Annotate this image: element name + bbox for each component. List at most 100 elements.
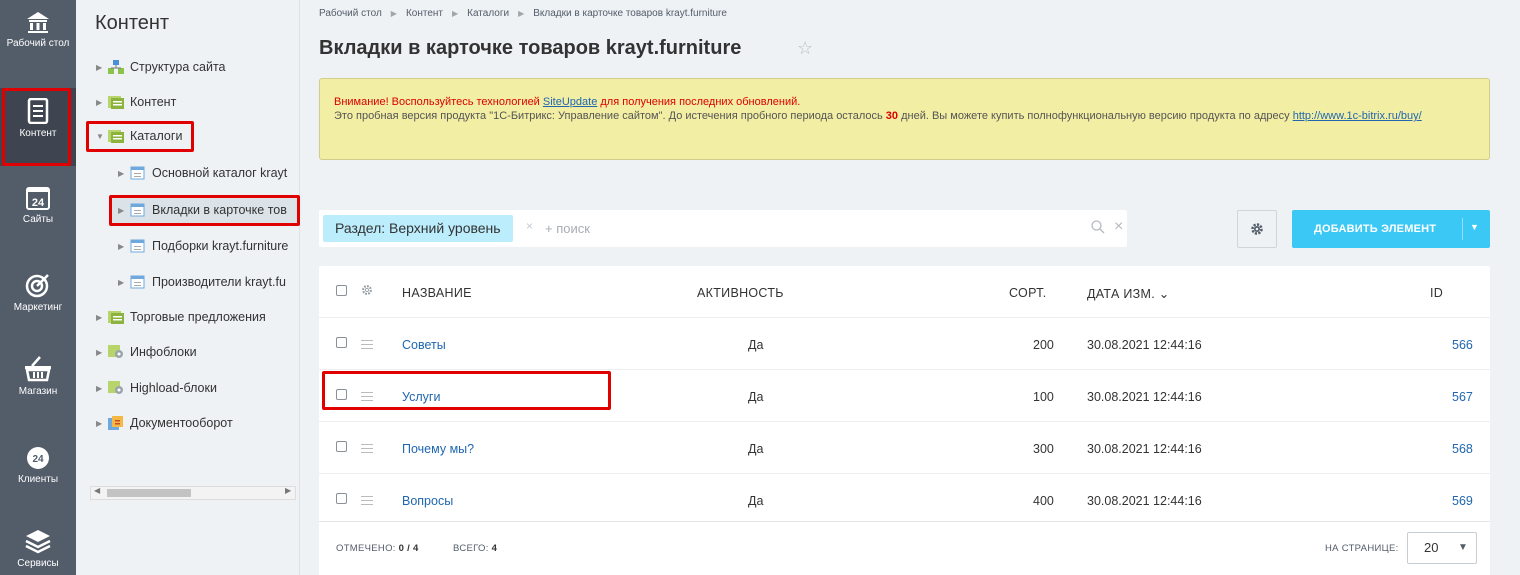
column-header-id[interactable]: ID	[1430, 286, 1443, 300]
expand-arrow-icon[interactable]: ▶	[118, 278, 130, 287]
expand-arrow-icon[interactable]: ▶	[96, 63, 108, 72]
expand-arrow-icon[interactable]: ▶	[96, 313, 108, 322]
row-id-link[interactable]: 569	[1452, 494, 1473, 508]
expand-arrow-icon[interactable]: ▶	[96, 419, 108, 428]
breadcrumb-separator-icon: ▶	[518, 9, 525, 18]
tree-item-infoblocks[interactable]: ▶ Инфоблоки	[96, 341, 197, 363]
breadcrumb-separator-icon: ▶	[390, 9, 397, 18]
drag-handle-icon[interactable]	[361, 340, 373, 352]
nav-clients[interactable]: 24 Клиенты	[0, 436, 76, 514]
expand-arrow-icon[interactable]: ▶	[118, 206, 130, 215]
per-page-select[interactable]: 20 ▼	[1407, 532, 1477, 564]
row-sort: 100	[1033, 390, 1054, 404]
column-header-sort[interactable]: СОРТ.	[1009, 286, 1046, 300]
table-row[interactable]: Почему мы? Да 300 30.08.2021 12:44:16 56…	[319, 422, 1490, 474]
row-checkbox[interactable]	[336, 389, 347, 400]
alert-trial-text: Это пробная версия продукта "1С-Битрикс:…	[334, 110, 886, 122]
row-sort: 300	[1033, 442, 1054, 456]
nav-services[interactable]: Сервисы	[0, 518, 76, 575]
column-settings-gear-icon[interactable]	[361, 284, 373, 296]
expand-arrow-icon[interactable]: ▶	[118, 169, 130, 178]
search-icon[interactable]	[1091, 220, 1105, 234]
workflow-icon	[108, 416, 123, 430]
row-id-link[interactable]: 566	[1452, 338, 1473, 352]
iblock-type-icon	[108, 96, 124, 109]
iblock-icon	[130, 203, 145, 217]
table-row[interactable]: Советы Да 200 30.08.2021 12:44:16 566	[319, 318, 1490, 370]
nav-shop[interactable]: Магазин	[0, 346, 76, 424]
nav-marketing[interactable]: Маркетинг	[0, 262, 76, 340]
filter-search-bar[interactable]: Раздел: Верхний уровень × + поиск ×	[319, 210, 1127, 247]
tree-item-main-catalog[interactable]: ▶ Основной каталог krayt	[118, 162, 287, 184]
clear-filter-icon[interactable]: ×	[1114, 218, 1123, 236]
table-row[interactable]: Вопросы Да 400 30.08.2021 12:44:16 569	[319, 474, 1490, 526]
drag-handle-icon[interactable]	[361, 496, 373, 508]
breadcrumb-item[interactable]: Контент	[406, 8, 443, 19]
row-checkbox[interactable]	[336, 337, 347, 348]
search-input[interactable]: + поиск	[545, 221, 590, 236]
breadcrumb-item[interactable]: Рабочий стол	[319, 8, 382, 19]
row-id-link[interactable]: 568	[1452, 442, 1473, 456]
column-header-name[interactable]: НАЗВАНИЕ	[402, 286, 472, 300]
expand-arrow-icon[interactable]: ▶	[96, 348, 108, 357]
row-checkbox[interactable]	[336, 493, 347, 504]
tree-item-structure[interactable]: ▶ Структура сайта	[96, 56, 226, 78]
tree-item-label: Основной каталог krayt	[152, 166, 288, 180]
tree-item-workflow[interactable]: ▶ Документооборот	[96, 412, 233, 434]
row-sort: 200	[1033, 338, 1054, 352]
trial-alert: Внимание! Воспользуйтесь технологией Sit…	[319, 78, 1490, 160]
breadcrumb-item[interactable]: Вкладки в карточке товаров krayt.furnitu…	[533, 8, 727, 19]
tree-item-offers[interactable]: ▶ Торговые предложения	[96, 306, 266, 328]
buy-link[interactable]: http://www.1c-bitrix.ru/buy/	[1293, 110, 1422, 122]
scroll-left-icon[interactable]: ◀	[94, 486, 100, 495]
grid-footer: ОТМЕЧЕНО: 0 / 4 ВСЕГО: 4 НА СТРАНИЦЕ: 20…	[319, 521, 1490, 575]
scroll-right-icon[interactable]: ▶	[285, 486, 291, 495]
expand-arrow-icon[interactable]: ▶	[118, 242, 130, 251]
breadcrumb-separator-icon: ▶	[451, 9, 459, 18]
selected-label: ОТМЕЧЕНО:	[336, 543, 396, 554]
row-name-link[interactable]: Вопросы	[402, 494, 453, 508]
row-sort: 400	[1033, 494, 1054, 508]
tree-item-selections[interactable]: ▶ Подборки krayt.furniture	[118, 235, 288, 257]
tree-item-label: Каталоги	[130, 129, 183, 143]
tree-item-manufacturers[interactable]: ▶ Производители krayt.fu	[118, 271, 286, 293]
row-active: Да	[748, 390, 764, 404]
expand-arrow-icon[interactable]: ▶	[96, 98, 108, 107]
tree-item-highload[interactable]: ▶ Highload-блоки	[96, 377, 217, 399]
column-header-date[interactable]: ДАТА ИЗМ. ⌄	[1087, 286, 1170, 301]
row-checkbox[interactable]	[336, 441, 347, 452]
breadcrumb-item[interactable]: Каталоги	[467, 8, 509, 19]
favorite-star-icon[interactable]: ☆	[797, 38, 813, 59]
nav-content[interactable]: Контент	[0, 88, 76, 166]
tree-item-tabs[interactable]: ▶ Вкладки в карточке тов	[118, 199, 287, 221]
row-id-link[interactable]: 567	[1452, 390, 1473, 404]
row-active: Да	[748, 442, 764, 456]
row-name-link[interactable]: Советы	[402, 338, 446, 352]
tree-item-content[interactable]: ▶ Контент	[96, 91, 176, 113]
add-element-dropdown-icon[interactable]: ▼	[1470, 222, 1479, 232]
filter-chip-section[interactable]: Раздел: Верхний уровень	[323, 215, 513, 242]
select-all-checkbox[interactable]	[336, 285, 347, 296]
settings-button[interactable]	[1237, 210, 1277, 248]
drag-handle-icon[interactable]	[361, 392, 373, 404]
layers-icon	[25, 530, 51, 554]
tree-item-catalogs[interactable]: ▼ Каталоги	[96, 125, 182, 147]
nav-clients-label: Клиенты	[17, 474, 59, 485]
tree-horizontal-scrollbar[interactable]: ◀ ▶	[90, 486, 296, 500]
basket-icon	[25, 356, 51, 382]
row-name-link[interactable]: Почему мы?	[402, 442, 474, 456]
nav-desktop[interactable]: Рабочий стол	[0, 0, 76, 78]
add-element-button[interactable]: ДОБАВИТЬ ЭЛЕМЕНТ ▼	[1292, 210, 1490, 248]
collapse-arrow-icon[interactable]: ▼	[96, 132, 108, 141]
column-header-active[interactable]: АКТИВНОСТЬ	[697, 286, 784, 300]
scrollbar-thumb[interactable]	[107, 489, 191, 497]
siteupdate-link[interactable]: SiteUpdate	[543, 96, 597, 108]
nav-sites[interactable]: 24 Сайты	[0, 176, 76, 254]
row-name-link[interactable]: Услуги	[402, 390, 440, 404]
drag-handle-icon[interactable]	[361, 444, 373, 456]
chip-close-icon[interactable]: ×	[526, 219, 533, 233]
table-row[interactable]: Услуги Да 100 30.08.2021 12:44:16 567	[319, 370, 1490, 422]
column-header-date-label: ДАТА ИЗМ.	[1087, 287, 1155, 301]
expand-arrow-icon[interactable]: ▶	[96, 384, 108, 393]
iblock-icon	[130, 166, 145, 180]
